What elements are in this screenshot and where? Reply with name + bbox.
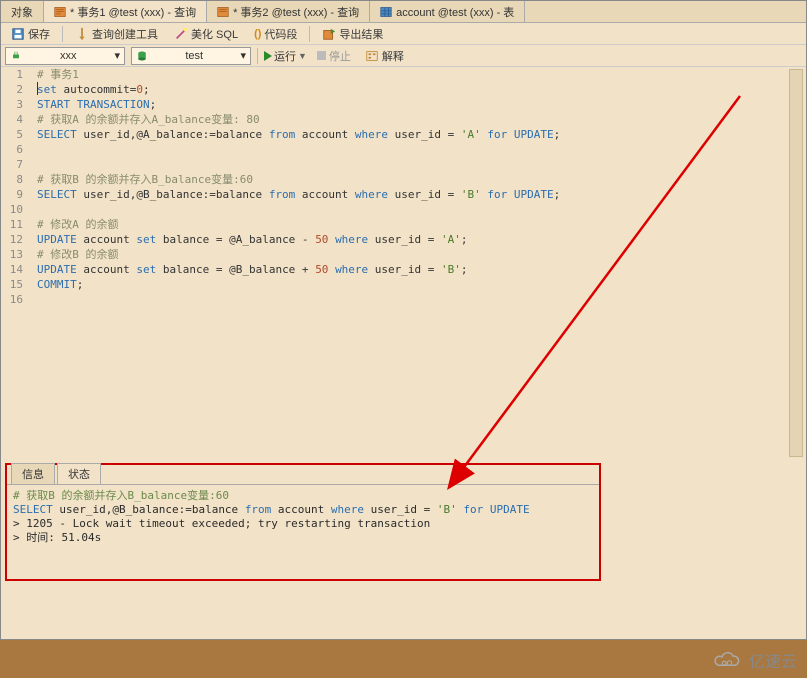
tab-label: * 事务1 @test (xxx) - 查询: [70, 4, 196, 20]
line-gutter: 12345678910111213141516: [1, 67, 29, 307]
query-toolbar: 保存 查询创建工具 美化 SQL () 代码段 导出结果: [1, 23, 806, 45]
log-line: SELECT user_id,@B_balance:=balance from …: [13, 503, 593, 517]
watermark: 亿速云: [713, 648, 797, 672]
builder-icon: [75, 27, 89, 41]
log-output: # 获取B 的余额并存入B_balance变量:60 SELECT user_i…: [7, 485, 599, 549]
stop-label: 停止: [329, 48, 351, 64]
database-name: test: [185, 50, 203, 62]
cloud-icon: [713, 650, 743, 670]
plug-icon: [10, 50, 22, 62]
stop-icon: [317, 51, 326, 60]
query-builder-button[interactable]: 查询创建工具: [71, 26, 162, 42]
separator: [309, 26, 310, 42]
result-tab-bar: 信息 状态: [7, 465, 599, 485]
text-caret: [37, 82, 38, 95]
run-label: 运行: [274, 48, 296, 64]
document-tab-bar: 对象 * 事务1 @test (xxx) - 查询 * 事务2 @test (x…: [1, 1, 806, 23]
save-label: 保存: [28, 26, 50, 42]
export-results-button[interactable]: 导出结果: [318, 26, 387, 42]
export-label: 导出结果: [339, 26, 383, 42]
explain-button[interactable]: 解释: [361, 48, 408, 64]
log-line: > 时间: 51.04s: [13, 531, 593, 545]
connection-name: xxx: [60, 50, 77, 62]
save-icon: [11, 27, 25, 41]
export-icon: [322, 27, 336, 41]
connection-select[interactable]: xxx ▾: [5, 47, 125, 65]
query-icon: [217, 6, 229, 18]
database-icon: [136, 50, 148, 62]
tab-info[interactable]: 信息: [11, 463, 55, 484]
chevron-down-icon: ▾: [114, 49, 120, 62]
code-content: # 事务1set autocommit=0;START TRANSACTION;…: [37, 67, 806, 307]
tab-label: * 事务2 @test (xxx) - 查询: [233, 4, 359, 20]
snippet-label: 代码段: [264, 26, 297, 42]
chevron-down-icon: ▾: [240, 49, 246, 62]
tab-label: 对象: [11, 4, 33, 20]
tab-query-1[interactable]: * 事务1 @test (xxx) - 查询: [44, 1, 207, 22]
run-button[interactable]: 运行 ▼: [264, 48, 307, 64]
chevron-down-icon: ▼: [298, 51, 307, 61]
beautify-sql-button[interactable]: 美化 SQL: [170, 26, 242, 42]
log-line: # 获取B 的余额并存入B_balance变量:60: [13, 489, 593, 503]
query-builder-label: 查询创建工具: [92, 26, 158, 42]
save-button[interactable]: 保存: [7, 26, 54, 42]
log-line: > 1205 - Lock wait timeout exceeded; try…: [13, 517, 593, 531]
connection-bar: xxx ▾ test ▾ 运行 ▼ 停止 解释: [1, 45, 806, 67]
result-panel-highlight: 信息 状态 # 获取B 的余额并存入B_balance变量:60 SELECT …: [5, 463, 601, 581]
snippet-icon: (): [254, 28, 261, 40]
explain-label: 解释: [382, 48, 404, 64]
code-snippet-button[interactable]: () 代码段: [250, 26, 301, 42]
sql-editor[interactable]: 12345678910111213141516 # 事务1set autocom…: [1, 67, 806, 457]
database-select[interactable]: test ▾: [131, 47, 251, 65]
wand-icon: [174, 27, 188, 41]
separator: [257, 48, 258, 64]
tab-objects[interactable]: 对象: [1, 1, 44, 22]
query-icon: [54, 6, 66, 18]
explain-icon: [365, 49, 379, 63]
stop-button[interactable]: 停止: [313, 48, 355, 64]
table-icon: [380, 6, 392, 18]
tab-query-2[interactable]: * 事务2 @test (xxx) - 查询: [207, 1, 370, 22]
beautify-label: 美化 SQL: [191, 26, 238, 42]
watermark-text: 亿速云: [749, 648, 797, 672]
tab-table-account[interactable]: account @test (xxx) - 表: [370, 1, 525, 22]
separator: [62, 26, 63, 42]
tab-status[interactable]: 状态: [57, 463, 101, 484]
play-icon: [264, 51, 272, 61]
tab-label: account @test (xxx) - 表: [396, 4, 514, 20]
vertical-scrollbar[interactable]: [789, 69, 803, 457]
